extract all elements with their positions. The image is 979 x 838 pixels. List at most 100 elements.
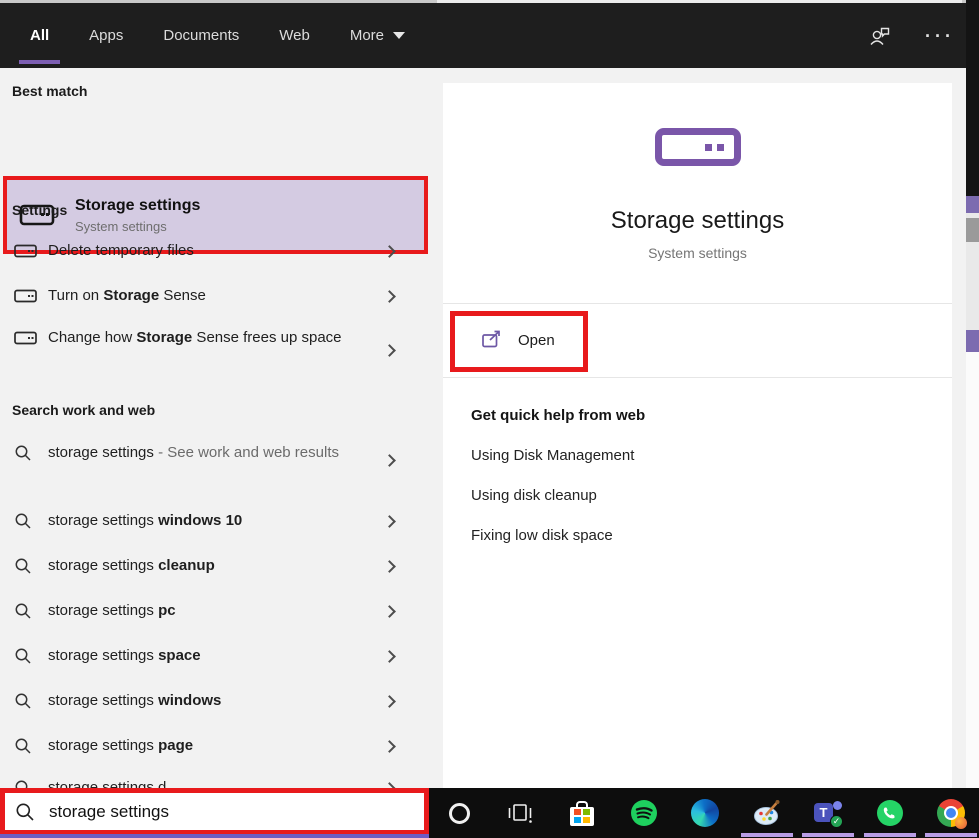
chevron-right-icon	[383, 694, 396, 708]
settings-item-turn-on-storage-sense[interactable]: Turn on Storage Sense	[0, 277, 428, 315]
whatsapp-icon[interactable]	[866, 788, 914, 838]
web-suggestion[interactable]: storage settings windows 10	[0, 503, 428, 539]
preview-panel: Storage settings System settings Open Ge…	[440, 68, 966, 788]
web-suggestion[interactable]: storage settings - See work and web resu…	[0, 434, 428, 490]
task-view-icon[interactable]	[496, 788, 544, 838]
tab-documents[interactable]: Documents	[161, 5, 241, 66]
tab-apps-label: Apps	[89, 27, 124, 44]
chrome-icon[interactable]	[927, 788, 975, 838]
store-bag	[570, 800, 594, 826]
cortana-icon[interactable]	[435, 788, 483, 838]
storage-drive-icon	[14, 331, 40, 345]
windows-search-flyout: All Apps Documents Web More ··· Best mat…	[0, 0, 979, 838]
chevron-right-icon	[383, 559, 396, 573]
tab-all-label: All	[30, 27, 50, 44]
chevron-right-icon	[383, 289, 396, 303]
web-suggestion[interactable]: storage settings windows	[0, 683, 428, 719]
chevron-right-icon	[383, 739, 396, 753]
cortana-ring	[448, 802, 470, 824]
web-suggestion[interactable]: storage settings cleanup	[0, 548, 428, 584]
open-button-label: Open	[518, 331, 555, 349]
tab-apps[interactable]: Apps	[87, 5, 125, 66]
more-options-icon[interactable]: ···	[925, 24, 955, 48]
settings-item-label: Delete temporary files	[48, 242, 194, 259]
best-match-header: Best match	[12, 83, 88, 99]
search-icon	[14, 647, 40, 665]
tab-more[interactable]: More	[348, 5, 407, 66]
settings-item-change-storage-sense[interactable]: Change how Storage Sense frees up space	[0, 320, 428, 382]
open-button[interactable]: Open	[470, 319, 565, 361]
web-suggestion-label: storage settings space	[48, 647, 201, 664]
search-icon	[14, 512, 40, 530]
divider	[443, 377, 952, 378]
notification-badge	[955, 817, 967, 829]
search-header: All Apps Documents Web More ···	[0, 3, 979, 68]
microsoft-store-icon[interactable]	[558, 788, 606, 838]
divider	[443, 303, 952, 304]
edge-swirl	[691, 799, 719, 827]
best-match-text: Storage settings System settings	[75, 197, 200, 234]
chevron-right-icon	[383, 344, 396, 357]
search-icon	[14, 444, 40, 462]
chevron-right-icon	[383, 514, 396, 528]
preview-card: Storage settings System settings Open Ge…	[443, 83, 952, 788]
search-icon	[15, 802, 35, 822]
spotify-icon[interactable]	[620, 788, 668, 838]
search-filter-tabs: All Apps Documents Web More	[18, 5, 407, 66]
background-window-edge	[966, 0, 979, 838]
search-icon	[14, 737, 40, 755]
help-link-low-disk-space[interactable]: Fixing low disk space	[471, 527, 613, 544]
paint3d-icon[interactable]	[743, 788, 791, 838]
results-panel: Best match Storage settings System setti…	[0, 68, 440, 796]
preview-title: Storage settings	[610, 207, 785, 234]
settings-item-label: Change how Storage Sense frees up space	[48, 329, 342, 346]
feedback-icon[interactable]	[867, 24, 893, 48]
running-indicator	[864, 833, 916, 837]
running-indicator	[802, 833, 854, 837]
quick-help-header: Get quick help from web	[471, 407, 646, 424]
search-icon	[14, 602, 40, 620]
best-match-title: Storage settings	[75, 196, 201, 214]
chrome-glyph	[937, 799, 967, 829]
edge-icon[interactable]	[681, 788, 729, 838]
storage-drive-icon	[654, 128, 741, 166]
search-box-accent-line	[0, 834, 429, 838]
help-link-disk-management[interactable]: Using Disk Management	[471, 447, 634, 464]
running-indicator	[741, 833, 793, 837]
chevron-right-icon	[383, 649, 396, 663]
search-icon	[14, 692, 40, 710]
teams-icon[interactable]: T ✓	[804, 788, 852, 838]
help-link-disk-cleanup[interactable]: Using disk cleanup	[471, 487, 597, 504]
chevron-down-icon	[393, 32, 406, 39]
chevron-right-icon	[383, 604, 396, 618]
tab-web-label: Web	[279, 27, 310, 44]
web-suggestion[interactable]: storage settings page	[0, 728, 428, 764]
settings-section-header: Settings	[12, 202, 68, 218]
web-suggestion-label: storage settings windows 10	[48, 512, 243, 529]
search-icon	[14, 557, 40, 575]
web-suggestion-label: storage settings - See work and web resu…	[48, 444, 339, 461]
tab-web[interactable]: Web	[277, 5, 312, 66]
search-input[interactable]	[49, 801, 379, 822]
web-suggestion-label: storage settings cleanup	[48, 557, 215, 574]
open-external-icon	[482, 330, 500, 347]
web-suggestion-label: storage settings windows	[48, 692, 222, 709]
web-suggestion[interactable]: storage settings pc	[0, 593, 428, 629]
teams-glyph: T ✓	[814, 799, 843, 828]
tab-all[interactable]: All	[18, 5, 61, 66]
search-web-section-header: Search work and web	[12, 402, 156, 418]
settings-item-delete-temporary-files[interactable]: Delete temporary files	[0, 232, 428, 270]
chevron-right-icon	[383, 454, 396, 467]
web-suggestion-label: storage settings pc	[48, 602, 176, 619]
taskbar-search-box[interactable]	[0, 788, 429, 835]
tab-documents-label: Documents	[163, 27, 240, 44]
running-indicator	[925, 833, 977, 837]
web-suggestion-label: storage settings page	[48, 737, 194, 754]
chevron-right-icon	[383, 244, 396, 258]
settings-item-label: Turn on Storage Sense	[48, 287, 206, 304]
tab-more-label: More	[349, 27, 385, 44]
preview-subtitle: System settings	[648, 245, 747, 261]
web-suggestion[interactable]: storage settings space	[0, 638, 428, 674]
ellipsis-glyph: ···	[925, 25, 955, 46]
storage-drive-icon	[14, 244, 40, 258]
